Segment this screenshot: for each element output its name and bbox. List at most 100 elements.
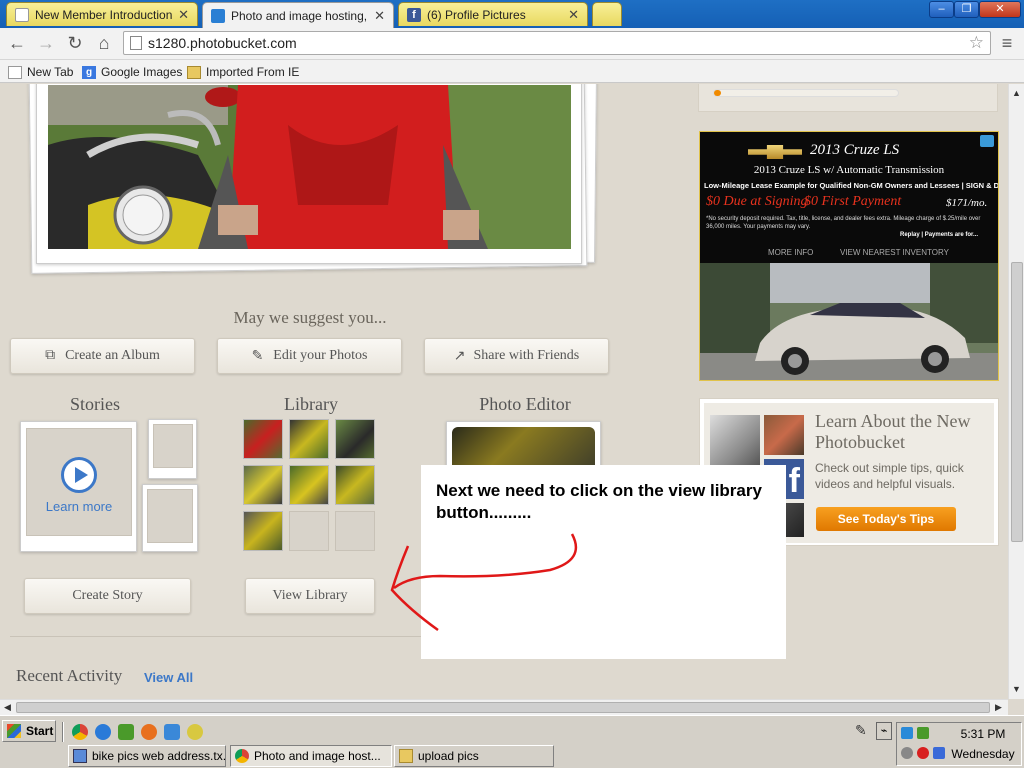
- task-label: Photo and image host...: [254, 749, 381, 763]
- tab-profile-pictures[interactable]: f (6) Profile Pictures ✕: [398, 2, 588, 26]
- library-thumbnail[interactable]: [289, 465, 329, 505]
- library-thumbnail-grid: [243, 419, 378, 554]
- close-tab-icon[interactable]: ✕: [178, 7, 189, 23]
- app-quicklaunch-icon[interactable]: [118, 724, 134, 740]
- forward-icon[interactable]: →: [35, 32, 57, 54]
- task-label: bike pics web address.tx...: [92, 749, 226, 763]
- create-story-button[interactable]: Create Story: [24, 578, 191, 614]
- url-text: s1280.photobucket.com: [148, 35, 297, 51]
- play-icon[interactable]: [61, 457, 97, 493]
- pen-icon[interactable]: ✎: [855, 722, 867, 739]
- task-upload-pics[interactable]: upload pics: [394, 745, 554, 767]
- restore-button[interactable]: ❐: [954, 1, 979, 18]
- tray-expand-icon[interactable]: ⌁: [876, 722, 892, 740]
- learn-more-link[interactable]: Learn more: [27, 499, 131, 514]
- scrollbar-thumb[interactable]: [1011, 262, 1023, 542]
- volume-icon[interactable]: [901, 747, 913, 759]
- chrome-icon: [235, 749, 249, 763]
- bookmarks-bar: New Tab g Google Images Imported From IE: [0, 60, 1024, 83]
- adchoices-icon[interactable]: [980, 135, 994, 147]
- clock-time[interactable]: 5:31 PM: [947, 727, 1019, 741]
- ad-fine-print: *No security deposit required. Tax, titl…: [706, 216, 981, 230]
- bookmark-imported-from-ie[interactable]: Imported From IE: [187, 63, 299, 81]
- new-tab-button[interactable]: [592, 2, 622, 26]
- network-icon[interactable]: [901, 727, 913, 739]
- library-thumbnail[interactable]: [289, 419, 329, 459]
- story-placeholder-small: [148, 419, 197, 479]
- scrollbar-thumb[interactable]: [16, 702, 990, 713]
- media-quicklaunch-icon[interactable]: [187, 724, 203, 740]
- bookmark-google-images[interactable]: g Google Images: [82, 63, 182, 81]
- tray-app-icon[interactable]: [917, 727, 929, 739]
- scroll-up-icon[interactable]: ▲: [1012, 88, 1021, 98]
- ad-nearest-inventory[interactable]: VIEW NEAREST INVENTORY: [840, 248, 949, 257]
- button-label: Create an Album: [65, 348, 160, 363]
- featured-photo-frame: [36, 84, 582, 264]
- library-thumbnail[interactable]: [335, 419, 375, 459]
- scroll-down-icon[interactable]: ▼: [1012, 684, 1021, 694]
- recent-activity-title: Recent Activity: [16, 666, 123, 685]
- promo-body: Check out simple tips, quick videos and …: [815, 461, 964, 491]
- back-icon[interactable]: ←: [6, 32, 28, 54]
- task-label: upload pics: [418, 749, 479, 763]
- upload-progress-box: [698, 84, 998, 112]
- view-library-button[interactable]: View Library: [245, 578, 375, 614]
- bookmark-new-tab[interactable]: New Tab: [8, 63, 73, 81]
- photobucket-icon: [211, 8, 225, 23]
- notepad-icon: [73, 749, 87, 763]
- firefox-quicklaunch-icon[interactable]: [141, 724, 157, 740]
- scroll-left-icon[interactable]: ◀: [4, 702, 11, 713]
- create-album-button[interactable]: ⧉ Create an Album: [10, 338, 195, 374]
- suggest-heading: May we suggest you...: [233, 308, 387, 327]
- task-notepad[interactable]: bike pics web address.tx...: [68, 745, 226, 767]
- library-thumbnail[interactable]: [243, 511, 283, 551]
- stories-title: Stories: [69, 394, 120, 414]
- tray-app-icon[interactable]: [933, 747, 945, 759]
- ad-more-info[interactable]: MORE INFO: [768, 248, 813, 257]
- page-icon: [15, 7, 29, 22]
- library-thumbnail[interactable]: [243, 465, 283, 505]
- star-icon[interactable]: ☆: [969, 33, 984, 53]
- address-bar[interactable]: s1280.photobucket.com ☆: [123, 31, 991, 55]
- library-thumbnail[interactable]: [335, 465, 375, 505]
- minimize-button[interactable]: ‒: [929, 1, 954, 18]
- tab-photobucket[interactable]: Photo and image hosting, fre ✕: [202, 2, 394, 28]
- vertical-scrollbar[interactable]: ▲ ▼: [1008, 84, 1024, 699]
- menu-icon[interactable]: ≡: [996, 32, 1018, 54]
- library-thumbnail[interactable]: [243, 419, 283, 459]
- chevy-ad[interactable]: 2013 Cruze LS 2013 Cruze LS w/ Automatic…: [699, 131, 999, 381]
- reload-icon[interactable]: ↻: [64, 32, 86, 54]
- button-label: Share with Friends: [473, 348, 580, 363]
- home-icon[interactable]: ⌂: [93, 32, 115, 54]
- ad-offer-payment: $0 First Payment: [804, 194, 902, 209]
- story-card[interactable]: Learn more: [20, 421, 137, 552]
- start-label: Start: [26, 724, 54, 738]
- facebook-icon: f: [407, 7, 421, 22]
- security-icon[interactable]: [917, 747, 929, 759]
- see-tips-button[interactable]: See Today's Tips: [816, 507, 956, 531]
- share-icon: ↗: [453, 348, 466, 364]
- scroll-right-icon[interactable]: ▶: [995, 702, 1002, 713]
- close-window-button[interactable]: ✕: [979, 1, 1021, 18]
- ad-offer-due: $0 Due at Signing: [706, 194, 808, 209]
- folder-icon: [399, 749, 413, 763]
- featured-photo[interactable]: [48, 85, 571, 249]
- horizontal-scrollbar[interactable]: ◀ ▶: [0, 699, 1008, 715]
- edit-photos-button[interactable]: ✎ Edit your Photos: [217, 338, 402, 374]
- promo-title: Learn About the New Photobucket: [815, 411, 971, 452]
- chrome-quicklaunch-icon[interactable]: [72, 724, 88, 740]
- tab-new-member-introductions[interactable]: New Member Introductions - ✕: [6, 2, 198, 26]
- view-all-link[interactable]: View All: [144, 670, 193, 685]
- edit-icon: ✎: [251, 348, 264, 364]
- ie-quicklaunch-icon[interactable]: [95, 724, 111, 740]
- page-icon: [130, 36, 142, 50]
- task-chrome[interactable]: Photo and image host...: [230, 745, 392, 767]
- library-title: Library: [284, 394, 338, 414]
- app-quicklaunch-icon[interactable]: [164, 724, 180, 740]
- clock-day: Wednesday: [951, 747, 1015, 761]
- story-preview: Learn more: [26, 428, 132, 536]
- start-button[interactable]: Start: [2, 720, 56, 742]
- share-friends-button[interactable]: ↗ Share with Friends: [424, 338, 609, 374]
- close-tab-icon[interactable]: ✕: [568, 7, 579, 23]
- close-tab-icon[interactable]: ✕: [374, 8, 385, 24]
